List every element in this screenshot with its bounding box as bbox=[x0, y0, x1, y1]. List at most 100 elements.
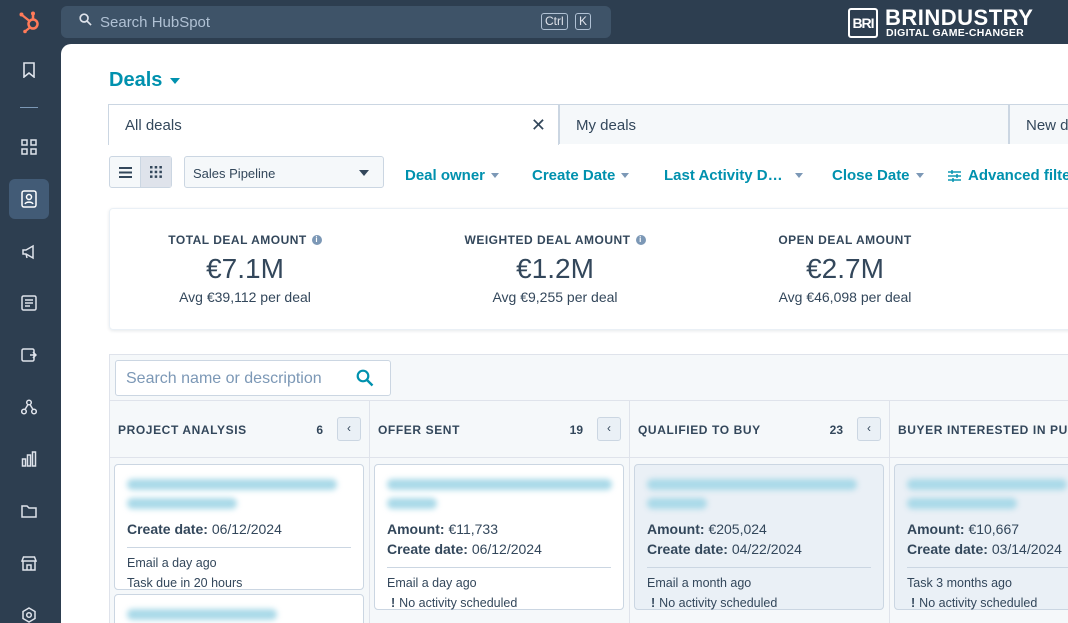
field-label: Create date: bbox=[387, 541, 468, 557]
deal-card[interactable]: Create date: 06/12/2024 Email a day ago … bbox=[114, 464, 364, 590]
filter-close-date[interactable]: Close Date bbox=[832, 167, 924, 184]
field-label: Amount: bbox=[907, 521, 965, 537]
card-activity: ! No activity scheduled bbox=[387, 596, 611, 610]
alert-icon: ! bbox=[911, 596, 916, 610]
field-value: 03/14/2024 bbox=[991, 541, 1062, 557]
card-activity: Task due in 20 hours bbox=[127, 576, 243, 590]
filter-create-date[interactable]: Create Date bbox=[532, 167, 630, 184]
card-activity: Task 3 months ago bbox=[907, 576, 1012, 590]
filter-label: Last Activity D… bbox=[664, 167, 783, 184]
tab-my-deals[interactable]: My deals bbox=[559, 104, 1009, 144]
contacts-icon[interactable] bbox=[18, 188, 40, 210]
pipeline-select[interactable]: Sales Pipeline bbox=[184, 156, 384, 188]
card-field: Create date: 06/12/2024 bbox=[127, 521, 351, 537]
card-activity: Email a day ago bbox=[387, 576, 477, 590]
deal-name-redacted[interactable] bbox=[907, 479, 1068, 517]
filter-deal-owner[interactable]: Deal owner bbox=[405, 167, 500, 184]
hubspot-logo-icon[interactable] bbox=[18, 10, 42, 34]
alert-icon: ! bbox=[391, 596, 396, 610]
field-value: €205,024 bbox=[708, 521, 767, 537]
brindustry-watermark: BRI BRINDUSTRY DIGITAL GAME-CHANGER bbox=[848, 5, 1048, 39]
deal-name-redacted[interactable] bbox=[127, 609, 277, 620]
marketplace-icon[interactable] bbox=[18, 552, 40, 574]
board-view-button[interactable] bbox=[140, 157, 171, 187]
reports-icon[interactable] bbox=[18, 448, 40, 470]
stat-label: TOTAL DEAL AMOUNT bbox=[168, 233, 307, 247]
page-title-dropdown[interactable]: Deals bbox=[109, 69, 181, 92]
filter-label: Create Date bbox=[532, 167, 616, 184]
close-icon[interactable]: ✕ bbox=[531, 115, 546, 136]
card-divider bbox=[647, 567, 871, 568]
commerce-icon[interactable] bbox=[18, 344, 40, 366]
card-activity: ! No activity scheduled bbox=[907, 596, 1068, 610]
advanced-filters-button[interactable]: Advanced filte bbox=[948, 167, 1068, 184]
stat-average: Avg €39,112 per deal bbox=[179, 289, 311, 305]
deal-card[interactable] bbox=[114, 594, 364, 623]
activity-text: No activity scheduled bbox=[659, 596, 778, 610]
global-search-input[interactable]: Search HubSpot Ctrl K bbox=[61, 6, 611, 38]
list-icon bbox=[118, 166, 132, 178]
activity-text: No activity scheduled bbox=[399, 596, 518, 610]
content-icon[interactable] bbox=[18, 292, 40, 314]
info-icon[interactable]: i bbox=[311, 235, 322, 245]
column-title: BUYER INTERESTED IN PUR bbox=[898, 423, 1068, 437]
stat-weighted-deal-amount: WEIGHTED DEAL AMOUNT i €1.2M Avg €9,255 p… bbox=[425, 233, 685, 305]
board-search-input[interactable]: Search name or description bbox=[115, 360, 391, 396]
deal-name-redacted[interactable] bbox=[387, 479, 612, 517]
view-tabs: All deals ✕ My deals New d bbox=[108, 104, 1068, 145]
deal-card[interactable]: Amount: €10,667 Create date: 03/14/2024 … bbox=[894, 464, 1068, 610]
tab-label: All deals bbox=[125, 117, 182, 134]
chevron-down-icon bbox=[491, 173, 500, 178]
sidebar-divider bbox=[20, 107, 38, 108]
collapse-column-button[interactable]: ‹ bbox=[857, 417, 881, 441]
card-divider bbox=[907, 567, 1068, 568]
deal-name-redacted[interactable] bbox=[127, 479, 351, 517]
search-icon[interactable] bbox=[356, 369, 374, 392]
stat-label: WEIGHTED DEAL AMOUNT bbox=[464, 233, 631, 247]
field-value: €10,667 bbox=[968, 521, 1020, 537]
apps-grid-icon[interactable] bbox=[18, 136, 40, 158]
column-header: QUALIFIED TO BUY 23 ‹ bbox=[630, 400, 889, 458]
card-field: Create date: 03/14/2024 bbox=[907, 541, 1068, 557]
view-toggle bbox=[109, 156, 172, 188]
tab-new-deals[interactable]: New d bbox=[1009, 104, 1068, 144]
deal-card[interactable]: Amount: €11,733 Create date: 06/12/2024 … bbox=[374, 464, 624, 610]
filter-sliders-icon bbox=[948, 169, 961, 182]
info-icon[interactable]: i bbox=[635, 235, 646, 245]
card-field: Create date: 04/22/2024 bbox=[647, 541, 871, 557]
tab-label: My deals bbox=[576, 117, 637, 134]
search-icon bbox=[79, 13, 92, 31]
stat-average: Avg €9,255 per deal bbox=[492, 289, 618, 305]
column-title: PROJECT ANALYSIS bbox=[118, 423, 247, 437]
card-divider bbox=[387, 567, 611, 568]
tab-all-deals[interactable]: All deals ✕ bbox=[108, 104, 559, 145]
deal-name-redacted[interactable] bbox=[647, 479, 871, 517]
page-title: Deals bbox=[109, 69, 163, 91]
settings-icon[interactable] bbox=[18, 604, 40, 623]
field-label: Create date: bbox=[127, 521, 208, 537]
chevron-down-icon bbox=[915, 173, 924, 178]
collapse-column-button[interactable]: ‹ bbox=[337, 417, 361, 441]
field-label: Create date: bbox=[647, 541, 728, 557]
bookmark-icon[interactable] bbox=[18, 59, 40, 81]
board-column-qualified-to-buy: QUALIFIED TO BUY 23 ‹ Amount: €205,024 C… bbox=[630, 400, 890, 623]
stat-value: €2.7M bbox=[806, 253, 884, 284]
list-view-button[interactable] bbox=[110, 157, 140, 187]
column-header: OFFER SENT 19 ‹ bbox=[370, 400, 629, 458]
filter-label: Advanced filte bbox=[968, 167, 1068, 184]
megaphone-icon[interactable] bbox=[18, 241, 40, 263]
board-column-offer-sent: OFFER SENT 19 ‹ Amount: €11,733 Create d… bbox=[370, 400, 630, 623]
column-header: BUYER INTERESTED IN PUR bbox=[890, 400, 1068, 458]
deal-card[interactable]: Amount: €205,024 Create date: 04/22/2024… bbox=[634, 464, 884, 610]
filter-label: Close Date bbox=[832, 167, 910, 184]
automation-icon[interactable] bbox=[18, 396, 40, 418]
card-field: Amount: €10,667 bbox=[907, 521, 1068, 537]
column-title: OFFER SENT bbox=[378, 423, 461, 437]
card-divider bbox=[127, 547, 351, 548]
filter-last-activity-date[interactable]: Last Activity D… bbox=[664, 167, 803, 184]
folder-icon[interactable] bbox=[18, 500, 40, 522]
stat-open-deal-amount: OPEN DEAL AMOUNT €2.7M Avg €46,098 per d… bbox=[715, 233, 975, 305]
collapse-column-button[interactable]: ‹ bbox=[597, 417, 621, 441]
deal-summary-stats: TOTAL DEAL AMOUNT i €7.1M Avg €39,112 per… bbox=[109, 208, 1068, 330]
shortcut-ctrl-key: Ctrl bbox=[541, 13, 568, 30]
